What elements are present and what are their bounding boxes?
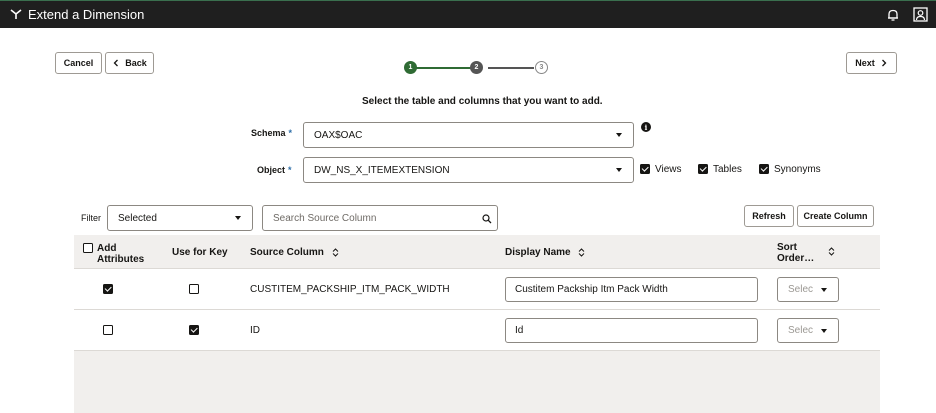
caret-down-icon	[616, 133, 622, 137]
sort-order-select[interactable]: Selec	[777, 318, 839, 343]
synonyms-checkbox[interactable]	[759, 164, 769, 174]
sort-order-value: Selec	[788, 284, 814, 295]
back-button[interactable]: Back	[105, 52, 154, 74]
source-column-cell: ID	[250, 325, 260, 336]
source-column-cell: CUSTITEM_PACKSHIP_ITM_PACK_WIDTH	[250, 284, 450, 295]
schema-label-text: Schema	[251, 128, 286, 138]
page-title: Extend a Dimension	[28, 7, 145, 22]
caret-down-icon	[235, 216, 241, 220]
object-label: Object *	[257, 165, 292, 175]
sort-icon[interactable]	[578, 248, 585, 257]
header-add-attributes-line1: Add	[97, 243, 117, 254]
sort-icon[interactable]	[828, 247, 835, 256]
next-button[interactable]: Next	[846, 52, 897, 74]
table-row: ID Id Selec	[74, 310, 880, 351]
schema-label: Schema *	[251, 128, 292, 138]
create-column-button-label: Create Column	[803, 211, 868, 221]
sort-icon[interactable]	[332, 248, 339, 257]
step-1[interactable]: 1	[404, 61, 417, 74]
step-connector-2	[488, 67, 534, 69]
required-marker: *	[288, 165, 292, 175]
step-connector-1	[416, 67, 473, 69]
caret-down-icon	[821, 288, 827, 292]
step-3[interactable]: 3	[535, 61, 548, 74]
filter-select[interactable]: Selected	[107, 205, 253, 231]
views-label: Views	[655, 164, 682, 175]
object-select-value: DW_NS_X_ITEMEXTENSION	[314, 164, 450, 176]
add-attribute-checkbox[interactable]	[103, 284, 113, 294]
add-attribute-checkbox[interactable]	[103, 325, 113, 335]
schema-select[interactable]: OAX$OAC	[303, 122, 634, 148]
header-add-attributes: Add Attributes	[97, 243, 144, 265]
search-source-column-input[interactable]: Search Source Column	[262, 205, 498, 231]
user-profile-icon[interactable]	[913, 7, 928, 22]
back-button-label: Back	[125, 58, 147, 68]
create-column-button[interactable]: Create Column	[797, 205, 874, 227]
app-header: Extend a Dimension	[0, 0, 936, 28]
sort-order-select[interactable]: Selec	[777, 277, 839, 302]
header-display-name[interactable]: Display Name	[505, 247, 585, 258]
use-for-key-checkbox[interactable]	[189, 325, 199, 335]
header-display-name-text: Display Name	[505, 247, 571, 258]
views-checkbox[interactable]	[640, 164, 650, 174]
caret-down-icon	[616, 168, 622, 172]
header-sort-order-line2: Order…	[777, 253, 815, 264]
table-row: CUSTITEM_PACKSHIP_ITM_PACK_WIDTH Custite…	[74, 269, 880, 310]
search-icon[interactable]	[482, 214, 492, 224]
tables-label: Tables	[713, 164, 742, 175]
chevron-left-icon	[113, 59, 119, 67]
table-header: Add Attributes Use for Key Source Column…	[74, 235, 880, 269]
columns-table: Add Attributes Use for Key Source Column…	[74, 235, 880, 413]
schema-select-value: OAX$OAC	[314, 129, 363, 141]
cancel-button[interactable]: Cancel	[55, 52, 102, 74]
instructions-text: Select the table and columns that you wa…	[362, 96, 603, 107]
filter-select-value: Selected	[118, 212, 157, 224]
display-name-value: Custitem Packship Itm Pack Width	[515, 284, 668, 295]
object-label-text: Object	[257, 165, 286, 175]
display-name-input[interactable]: Custitem Packship Itm Pack Width	[505, 277, 758, 302]
next-button-label: Next	[855, 58, 875, 68]
caret-down-icon	[821, 329, 827, 333]
cancel-button-label: Cancel	[63, 58, 94, 68]
search-placeholder: Search Source Column	[273, 212, 377, 224]
select-all-checkbox[interactable]	[83, 243, 93, 253]
tables-checkbox[interactable]	[698, 164, 708, 174]
bell-icon[interactable]	[886, 8, 900, 22]
display-name-value: Id	[515, 325, 524, 336]
step-train: 1 2 3	[404, 60, 554, 76]
header-add-attributes-line2: Attributes	[97, 254, 145, 265]
info-icon[interactable]: i	[641, 122, 651, 132]
header-source-column[interactable]: Source Column	[250, 247, 339, 258]
object-select[interactable]: DW_NS_X_ITEMEXTENSION	[303, 157, 634, 183]
display-name-input[interactable]: Id	[505, 318, 758, 343]
header-sort-order-line1: Sort	[777, 242, 797, 253]
required-marker: *	[288, 128, 293, 138]
header-use-for-key: Use for Key	[172, 247, 228, 258]
use-for-key-checkbox[interactable]	[189, 284, 199, 294]
filter-label: Filter	[81, 213, 101, 223]
synonyms-label: Synonyms	[774, 164, 821, 175]
step-2[interactable]: 2	[470, 61, 483, 74]
header-sort-order[interactable]: Sort Order…	[777, 242, 814, 264]
refresh-button[interactable]: Refresh	[744, 205, 794, 227]
chevron-right-icon	[881, 59, 887, 67]
oracle-analytics-logo	[10, 9, 22, 19]
refresh-button-label: Refresh	[752, 211, 786, 221]
sort-order-value: Selec	[788, 325, 814, 336]
header-source-column-text: Source Column	[250, 247, 324, 258]
